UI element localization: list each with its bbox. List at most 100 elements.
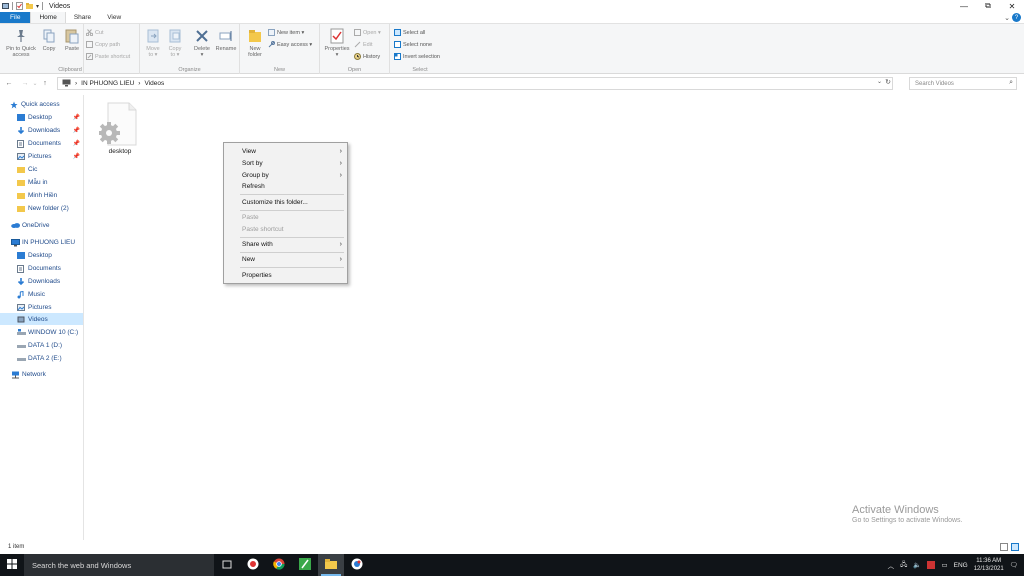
paste-icon xyxy=(64,28,80,44)
taskbar-app-screenshot[interactable] xyxy=(240,554,266,576)
new-item-button[interactable]: New item ▾ xyxy=(268,29,304,36)
nav-label: Documents xyxy=(28,264,61,272)
new-folder-icon[interactable] xyxy=(26,2,33,10)
easy-access-button[interactable]: Easy access ▾ xyxy=(268,41,312,48)
menu-item-paste-shortcut[interactable]: Paste shortcut xyxy=(224,224,347,235)
nav-pc-documents[interactable]: Documents xyxy=(0,262,83,274)
taskbar-search-placeholder: Search the web and Windows xyxy=(32,560,132,570)
menu-item-refresh[interactable]: Refresh xyxy=(224,181,347,192)
taskbar-app-chrome[interactable] xyxy=(266,554,292,576)
menu-label: Paste shortcut xyxy=(242,226,284,233)
nav-pc-desktop[interactable]: Desktop xyxy=(0,249,83,261)
clock[interactable]: 11:36 AM 12/13/2021 xyxy=(974,557,1004,573)
menu-item-group-by[interactable]: Group by › xyxy=(224,170,347,181)
refresh-icon[interactable]: ↻ xyxy=(885,78,891,86)
open-label: Open ▾ xyxy=(363,29,381,36)
ribbon-expand-chevron-icon[interactable]: ⌄ xyxy=(1004,14,1010,22)
file-item[interactable]: desktop xyxy=(95,101,145,155)
nav-pc-downloads[interactable]: Downloads xyxy=(0,275,83,287)
nav-pc-pictures[interactable]: Pictures xyxy=(0,301,83,313)
nav-qa-desktop[interactable]: Desktop 📌 xyxy=(0,111,83,123)
copy-to-button[interactable]: Copy to ▾ xyxy=(166,28,184,58)
tab-share[interactable]: Share xyxy=(66,12,99,23)
back-arrow-icon[interactable]: ← xyxy=(4,78,14,90)
nav-qa-mau-in[interactable]: Mẫu in xyxy=(0,176,83,188)
volume-icon[interactable]: 🔈 xyxy=(913,561,921,569)
minimize-button[interactable]: — xyxy=(952,0,976,12)
address-dropdown-chevron-icon[interactable]: ⌄ xyxy=(877,78,882,85)
address-bar[interactable]: › IN PHUONG LIEU › Videos ⌄ ↻ xyxy=(57,77,893,90)
menu-item-sort-by[interactable]: Sort by › xyxy=(224,158,347,169)
nav-this-pc[interactable]: IN PHUONG LIEU xyxy=(0,236,83,248)
copy-button[interactable]: Copy xyxy=(40,28,58,52)
tab-home[interactable]: Home xyxy=(30,12,66,23)
move-to-button[interactable]: Move to ▾ xyxy=(144,28,162,58)
menu-label: Properties xyxy=(242,272,272,279)
nav-qa-documents[interactable]: Documents 📌 xyxy=(0,137,83,149)
notifications-icon[interactable]: 🗨 xyxy=(1010,561,1018,569)
forward-arrow-icon[interactable]: → xyxy=(20,78,30,90)
select-all-button[interactable]: Select all xyxy=(394,29,425,36)
recent-locations-chevron-icon[interactable]: ⌄ xyxy=(30,78,40,90)
nav-drive-c[interactable]: WINDOW 10 (C:) xyxy=(0,326,83,338)
rename-button[interactable]: Rename xyxy=(214,28,238,52)
tab-view[interactable]: View xyxy=(99,12,129,23)
close-button[interactable]: ✕ xyxy=(1000,0,1024,12)
nav-qa-pictures[interactable]: Pictures 📌 xyxy=(0,150,83,162)
properties-button[interactable]: Properties ▾ xyxy=(322,28,352,58)
nav-quick-access[interactable]: Quick access xyxy=(10,98,93,110)
breadcrumb-videos[interactable]: Videos xyxy=(144,80,164,87)
taskbar-app-other[interactable] xyxy=(344,554,370,576)
nav-qa-minh-hien[interactable]: Minh Hiền xyxy=(0,189,83,201)
menu-item-view[interactable]: View › xyxy=(224,146,347,157)
computer-icon xyxy=(11,238,20,246)
nav-qa-cic[interactable]: Cic xyxy=(0,163,83,175)
edit-button[interactable]: Edit xyxy=(354,41,372,48)
pin-to-quick-access-button[interactable]: Pin to Quick access xyxy=(3,28,39,58)
antivirus-tray-icon[interactable] xyxy=(927,561,936,569)
menu-item-share-with[interactable]: Share with › xyxy=(224,239,347,250)
menu-item-properties[interactable]: Properties xyxy=(224,270,347,281)
history-button[interactable]: History xyxy=(354,53,380,60)
maximize-button[interactable]: ⧉ xyxy=(976,0,1000,12)
chrome-icon xyxy=(273,558,285,572)
large-icons-view-icon[interactable] xyxy=(1011,543,1019,551)
task-view-button[interactable] xyxy=(214,554,240,576)
nav-qa-new-folder-2[interactable]: New folder (2) xyxy=(0,202,83,214)
customize-toolbar-chevron-icon[interactable]: ▾ xyxy=(36,3,39,10)
help-icon[interactable]: ? xyxy=(1012,13,1021,22)
select-none-button[interactable]: Select none xyxy=(394,41,432,48)
open-button[interactable]: Open ▾ xyxy=(354,29,381,36)
navigation-pane: Quick access Desktop 📌 Downloads 📌 Docum… xyxy=(0,95,84,540)
show-hidden-icons-chevron-icon[interactable]: ︿ xyxy=(888,560,895,570)
tab-file[interactable]: File xyxy=(0,12,31,23)
nav-pc-videos[interactable]: Videos xyxy=(0,313,83,325)
paste-button[interactable]: Paste xyxy=(62,28,82,52)
keyboard-tray-icon[interactable]: ▭ xyxy=(941,561,947,569)
details-view-icon[interactable] xyxy=(1000,543,1008,551)
taskbar-app-corel[interactable] xyxy=(292,554,318,576)
menu-separator xyxy=(240,210,344,211)
nav-network[interactable]: Network xyxy=(0,368,83,380)
menu-label: Customize this folder... xyxy=(242,199,308,206)
start-button[interactable] xyxy=(0,554,24,576)
network-tray-icon[interactable]: 🖧 xyxy=(900,560,907,571)
nav-onedrive[interactable]: OneDrive xyxy=(0,219,83,231)
menu-item-new[interactable]: New › xyxy=(224,254,347,265)
language-indicator[interactable]: ENG xyxy=(954,562,968,569)
properties-icon[interactable] xyxy=(16,2,23,10)
taskbar-app-file-explorer[interactable] xyxy=(318,554,344,576)
new-folder-button[interactable]: New folder xyxy=(244,28,266,58)
invert-selection-button[interactable]: Invert selection xyxy=(394,53,440,60)
up-arrow-icon[interactable]: ↑ xyxy=(40,78,50,90)
menu-item-paste[interactable]: Paste xyxy=(224,212,347,223)
search-input[interactable]: Search Videos ⌕ xyxy=(909,77,1017,90)
nav-qa-downloads[interactable]: Downloads 📌 xyxy=(0,124,83,136)
breadcrumb-pc[interactable]: IN PHUONG LIEU xyxy=(81,80,134,87)
menu-item-customize-folder[interactable]: Customize this folder... xyxy=(224,197,347,208)
nav-pc-music[interactable]: Music xyxy=(0,288,83,300)
nav-drive-d[interactable]: DATA 1 (D:) xyxy=(0,339,83,351)
nav-drive-e[interactable]: DATA 2 (E:) xyxy=(0,352,83,364)
delete-button[interactable]: Delete ▾ xyxy=(192,28,212,58)
taskbar-search-input[interactable]: Search the web and Windows xyxy=(24,554,214,576)
